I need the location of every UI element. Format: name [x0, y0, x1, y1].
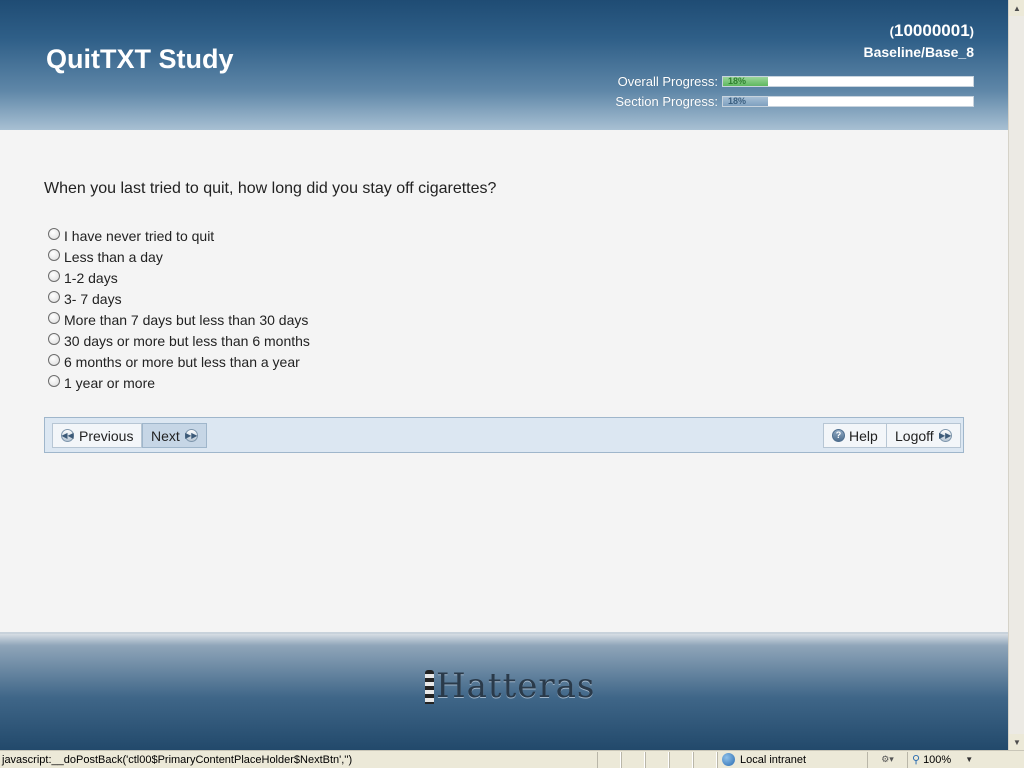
answer-option[interactable]: Less than a day [48, 246, 310, 267]
answer-option[interactable]: 1 year or more [48, 372, 310, 393]
footer: Hatteras [0, 632, 1008, 750]
overall-progress-row: Overall Progress: 18% [617, 73, 974, 89]
zoom-control[interactable]: ⚲ 100% ▼ [907, 751, 987, 768]
browser-viewport: QuitTXT Study (10000001) Baseline/Base_8… [0, 0, 1008, 750]
answer-option[interactable]: 3- 7 days [48, 288, 310, 309]
radio-button[interactable] [48, 333, 60, 345]
forward-icon: ▶▶ [938, 429, 952, 442]
answer-label[interactable]: 3- 7 days [64, 291, 122, 307]
answer-option[interactable]: 6 months or more but less than a year [48, 351, 310, 372]
navigation-bar: ◀◀ Previous Next ▶▶ ? Help Logoff ▶▶ [44, 417, 964, 453]
magnifier-icon: ⚲ [912, 754, 921, 766]
logoff-label: Logoff [895, 427, 934, 444]
answer-label[interactable]: I have never tried to quit [64, 228, 214, 244]
logoff-button[interactable]: Logoff ▶▶ [886, 423, 961, 448]
security-zone[interactable]: Local intranet [717, 751, 867, 768]
hatteras-logo-text: Hatteras [436, 666, 596, 706]
answer-option[interactable]: I have never tried to quit [48, 225, 310, 246]
answer-label[interactable]: 1 year or more [64, 375, 155, 391]
overall-progress-bar: 18% [722, 75, 974, 87]
overall-progress-label: Overall Progress: [617, 73, 718, 89]
section-progress-row: Section Progress: 18% [615, 93, 974, 109]
answer-option[interactable]: 1-2 days [48, 267, 310, 288]
answer-label[interactable]: 1-2 days [64, 270, 118, 286]
status-pane [597, 751, 621, 768]
hatteras-logo: Hatteras [425, 668, 595, 704]
section-progress-bar: 18% [722, 95, 974, 107]
section-progress-text: 18% [728, 95, 747, 106]
header: QuitTXT Study (10000001) Baseline/Base_8… [0, 0, 1008, 130]
lighthouse-icon [425, 670, 434, 704]
status-pane [693, 751, 717, 768]
radio-button[interactable] [48, 375, 60, 387]
status-pane [669, 751, 693, 768]
help-button[interactable]: ? Help [823, 423, 887, 448]
zone-label: Local intranet [740, 753, 807, 766]
fast-forward-icon: ▶▶ [184, 429, 198, 442]
answer-label[interactable]: Less than a day [64, 249, 163, 265]
previous-button[interactable]: ◀◀ Previous [52, 423, 143, 448]
protected-mode-icon[interactable]: ⚙▾ [867, 751, 907, 768]
question-text: When you last tried to quit, how long di… [44, 180, 497, 197]
radio-button[interactable] [48, 354, 60, 366]
chevron-down-icon: ▼ [965, 755, 974, 764]
radio-button[interactable] [48, 291, 60, 303]
status-pane [645, 751, 669, 768]
radio-button[interactable] [48, 249, 60, 261]
vertical-scrollbar[interactable]: ▲ ▼ [1008, 0, 1024, 750]
answer-label[interactable]: 30 days or more but less than 6 months [64, 333, 310, 349]
zoom-level: 100% [923, 753, 952, 766]
overall-progress-text: 18% [728, 75, 747, 86]
scroll-up-icon[interactable]: ▲ [1009, 0, 1024, 16]
browser-status-bar: javascript:__doPostBack('ctl00$PrimaryCo… [0, 750, 1024, 768]
answer-label[interactable]: More than 7 days but less than 30 days [64, 312, 308, 328]
previous-label: Previous [79, 427, 134, 444]
next-label: Next [151, 427, 180, 444]
next-button[interactable]: Next ▶▶ [142, 423, 207, 448]
participant-id: (10000001) [889, 21, 974, 40]
study-title: QuitTXT Study [46, 44, 234, 74]
globe-icon [722, 753, 735, 766]
answer-label[interactable]: 6 months or more but less than a year [64, 354, 300, 370]
rewind-icon: ◀◀ [61, 429, 74, 442]
radio-button[interactable] [48, 228, 60, 240]
answer-options: I have never tried to quit Less than a d… [48, 225, 310, 393]
help-label: Help [849, 427, 878, 444]
section-progress-label: Section Progress: [615, 93, 718, 109]
answer-option[interactable]: 30 days or more but less than 6 months [48, 330, 310, 351]
status-text: javascript:__doPostBack('ctl00$PrimaryCo… [2, 753, 353, 766]
radio-button[interactable] [48, 312, 60, 324]
help-icon: ? [832, 429, 845, 442]
participant-id-value: 10000001 [894, 21, 970, 40]
scroll-down-icon[interactable]: ▼ [1009, 734, 1024, 750]
section-path: Baseline/Base_8 [863, 44, 974, 60]
status-pane [621, 751, 645, 768]
answer-option[interactable]: More than 7 days but less than 30 days [48, 309, 310, 330]
radio-button[interactable] [48, 270, 60, 282]
